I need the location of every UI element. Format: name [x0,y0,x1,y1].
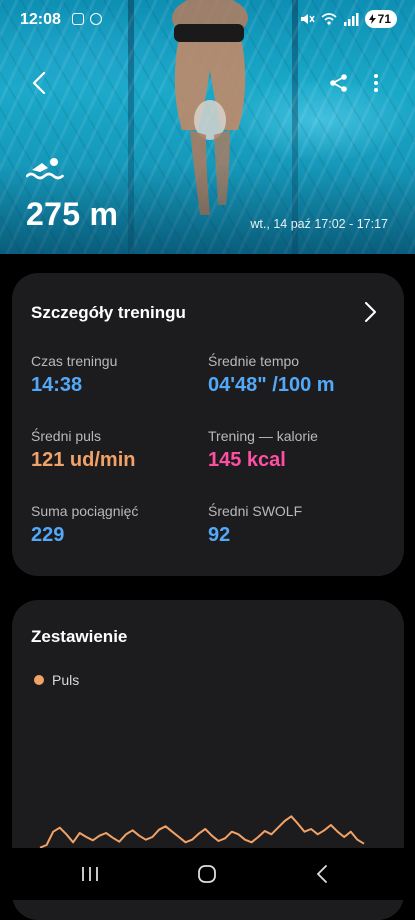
stat-workout-time: Czas treningu 14:38 [31,353,117,397]
stat-value: 14:38 [31,374,117,397]
chevron-left-icon [32,72,46,94]
chat-icon [90,13,102,25]
share-icon [329,73,349,93]
recent-apps-button[interactable] [60,848,120,900]
battery-indicator: 71 [365,10,397,28]
wifi-icon [321,12,337,26]
stat-label: Suma pociągnięć [31,503,138,519]
stat-calories: Trening — kalorie 145 kcal [208,428,318,472]
stat-label: Średni puls [31,428,135,444]
details-expand-button[interactable] [358,299,382,325]
stat-label: Czas treningu [31,353,117,369]
chevron-right-icon [364,302,376,322]
stat-average-pace: Średnie tempo 04'48" /100 m [208,353,335,397]
screenshot-icon [72,13,84,25]
stat-value: 92 [208,524,302,547]
workout-details-card: Szczegóły treningu Czas treningu 14:38 Ś… [12,273,404,576]
system-back-button[interactable] [292,848,352,900]
stat-total-strokes: Suma pociągnięć 229 [31,503,138,547]
home-button[interactable] [177,848,237,900]
legend-dot [34,675,44,685]
more-vertical-icon [373,73,379,93]
workout-date-range: wt., 14 paź 17:02 - 17:17 [250,217,388,231]
signal-icon [343,12,359,26]
battery-level: 71 [378,11,391,27]
legend-label: Puls [52,672,79,688]
card-title: Szczegóły treningu [31,303,186,323]
navigation-bar [0,848,415,900]
notification-icons [72,13,102,25]
stat-label: Trening — kalorie [208,428,318,444]
back-button[interactable] [22,66,56,100]
stat-value: 229 [31,524,138,547]
stat-average-swolf: Średni SWOLF 92 [208,503,302,547]
stat-label: Średnie tempo [208,353,335,369]
chart-legend: Puls [34,672,79,688]
charging-icon [369,14,376,24]
status-time: 12:08 [20,11,61,29]
system-icons: 71 [299,10,397,28]
status-bar: 12:08 71 [0,0,415,40]
stat-value: 04'48" /100 m [208,374,335,397]
swimming-icon [26,156,64,182]
workout-distance: 275 m [26,196,118,233]
series-line-puls [40,816,364,847]
back-icon [316,865,328,883]
recents-icon [81,866,99,882]
stat-label: Średni SWOLF [208,503,302,519]
more-options-button[interactable] [364,66,388,100]
card-title: Zestawienie [31,627,127,647]
mute-icon [299,12,315,26]
home-icon [197,864,217,884]
stat-average-heart-rate: Średni puls 121 ud/min [31,428,135,472]
stat-value: 145 kcal [208,449,318,472]
stat-value: 121 ud/min [31,449,135,472]
share-button[interactable] [322,66,356,100]
